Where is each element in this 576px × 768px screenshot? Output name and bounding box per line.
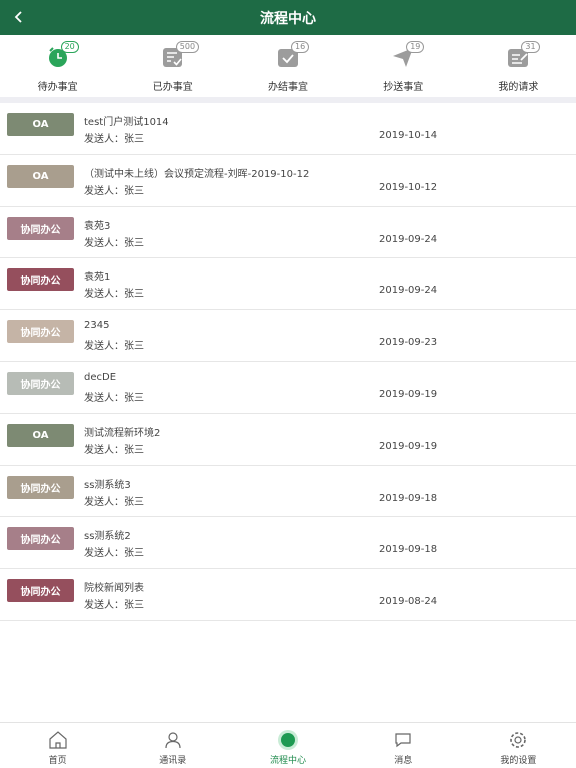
pending-count-badge: 20: [60, 41, 79, 53]
list-item[interactable]: 协同办公 ss测系统3 发送人：张三 2019-09-18: [0, 466, 576, 518]
category-tag: 协同办公: [7, 527, 74, 551]
list-item[interactable]: OA 测试流程新环境2 发送人：张三 2019-09-19: [0, 414, 576, 466]
item-title: ss测系统2: [84, 531, 131, 543]
cc-count-badge: 19: [406, 41, 425, 53]
tab-label: 已办事宜: [152, 82, 193, 93]
category-tag: 协同办公: [7, 371, 74, 395]
tab-cc[interactable]: 19 抄送事宜: [346, 35, 461, 97]
item-date: 2019-08-24: [379, 596, 438, 608]
item-sender: 发送人：张三: [84, 548, 144, 560]
item-title: 2345: [84, 320, 110, 332]
nav-contacts[interactable]: 通讯录: [115, 723, 230, 768]
nav-messages[interactable]: 消息: [346, 723, 461, 768]
tab-done[interactable]: 500 已办事宜: [115, 35, 230, 97]
nav-label: 通讯录: [159, 756, 187, 766]
tab-label: 我的请求: [498, 82, 539, 93]
nav-home[interactable]: 首页: [0, 723, 115, 768]
item-date: 2019-09-24: [379, 285, 438, 297]
page-title: 流程中心: [260, 10, 316, 27]
nav-label: 消息: [394, 756, 413, 766]
contacts-icon: [165, 732, 181, 749]
item-title: （测试中未上线）会议预定流程-刘晖-2019-10-12: [84, 168, 310, 180]
item-title: 测试流程新环境2: [84, 427, 161, 439]
list-item[interactable]: 协同办公 2345 发送人：张三 2019-09-23: [0, 310, 576, 362]
list-item[interactable]: 协同办公 decDE 发送人：张三 2019-09-19: [0, 362, 576, 414]
category-tabs: 20 待办事宜 500 已办事宜 16 办结事宜 19 抄送事宜 31 我的请求: [0, 35, 576, 97]
chevron-left-icon: [14, 11, 22, 23]
tab-pending[interactable]: 20 待办事宜: [0, 35, 115, 97]
item-date: 2019-09-18: [379, 544, 438, 556]
nav-label: 我的设置: [500, 756, 537, 766]
tab-label: 办结事宜: [268, 82, 308, 93]
nav-settings[interactable]: 我的设置: [461, 723, 576, 768]
list-item[interactable]: OA test门户测试1014 发送人：张三 2019-10-14: [0, 103, 576, 155]
process-center-icon: [278, 730, 298, 750]
item-title: ss测系统3: [84, 479, 131, 491]
back-button[interactable]: [8, 6, 30, 28]
list-item[interactable]: 协同办公 院校新闻列表 发送人：张三 2019-08-24: [0, 569, 576, 621]
completed-count-badge: 16: [291, 41, 310, 53]
tab-label: 抄送事宜: [383, 82, 424, 93]
item-sender: 发送人：张三: [84, 392, 144, 404]
category-tag: 协同办公: [7, 579, 74, 603]
item-title: 院校新闻列表: [84, 583, 144, 595]
item-date: 2019-10-14: [379, 130, 438, 141]
message-icon: [395, 733, 411, 748]
done-count-badge: 500: [175, 41, 200, 53]
item-sender: 发送人：张三: [84, 185, 144, 197]
home-icon: [48, 731, 67, 749]
item-title: 袁苑1: [84, 272, 111, 284]
item-date: 2019-09-19: [379, 388, 438, 400]
tab-completed[interactable]: 16 办结事宜: [230, 35, 345, 97]
item-title: 袁苑3: [84, 220, 111, 232]
tab-my-requests[interactable]: 31 我的请求: [461, 35, 576, 97]
item-date: 2019-09-23: [379, 337, 438, 349]
process-list: OA test门户测试1014 发送人：张三 2019-10-14 OA （测试…: [0, 103, 576, 621]
item-date: 2019-10-12: [379, 181, 438, 193]
list-item[interactable]: 协同办公 袁苑3 发送人：张三 2019-09-24: [0, 207, 576, 259]
list-item[interactable]: OA （测试中未上线）会议预定流程-刘晖-2019-10-12 发送人：张三 2…: [0, 155, 576, 207]
category-tag: 协同办公: [7, 216, 74, 240]
item-sender: 发送人：张三: [84, 237, 144, 249]
category-tag: 协同办公: [7, 320, 74, 344]
category-tag: OA: [7, 164, 74, 188]
item-date: 2019-09-24: [379, 233, 438, 245]
item-sender: 发送人：张三: [84, 134, 144, 145]
item-date: 2019-09-19: [379, 440, 438, 452]
nav-label: 流程中心: [270, 756, 307, 766]
item-title: test门户测试1014: [84, 117, 169, 128]
list-item[interactable]: 协同办公 ss测系统2 发送人：张三 2019-09-18: [0, 517, 576, 570]
category-tag: OA: [7, 423, 74, 447]
category-tag: OA: [7, 113, 74, 136]
header-bar: 流程中心: [0, 0, 576, 35]
list-item[interactable]: 协同办公 袁苑1 发送人：张三 2019-09-24: [0, 258, 576, 311]
requests-count-badge: 31: [521, 41, 540, 53]
item-sender: 发送人：张三: [84, 496, 144, 508]
item-date: 2019-09-18: [379, 492, 438, 504]
category-tag: 协同办公: [7, 475, 74, 499]
item-sender: 发送人：张三: [84, 341, 144, 353]
tab-label: 待办事宜: [37, 82, 78, 93]
item-sender: 发送人：张三: [84, 289, 144, 301]
item-title: decDE: [84, 371, 117, 383]
item-sender: 发送人：张三: [84, 600, 144, 612]
bottom-nav: 首页 通讯录 流程中心 消息 我的设置: [0, 722, 576, 768]
nav-label: 首页: [48, 756, 67, 766]
category-tag: 协同办公: [7, 268, 74, 292]
nav-process-center[interactable]: 流程中心: [230, 723, 345, 768]
settings-gear-icon: [510, 732, 527, 748]
item-sender: 发送人：张三: [84, 444, 144, 456]
